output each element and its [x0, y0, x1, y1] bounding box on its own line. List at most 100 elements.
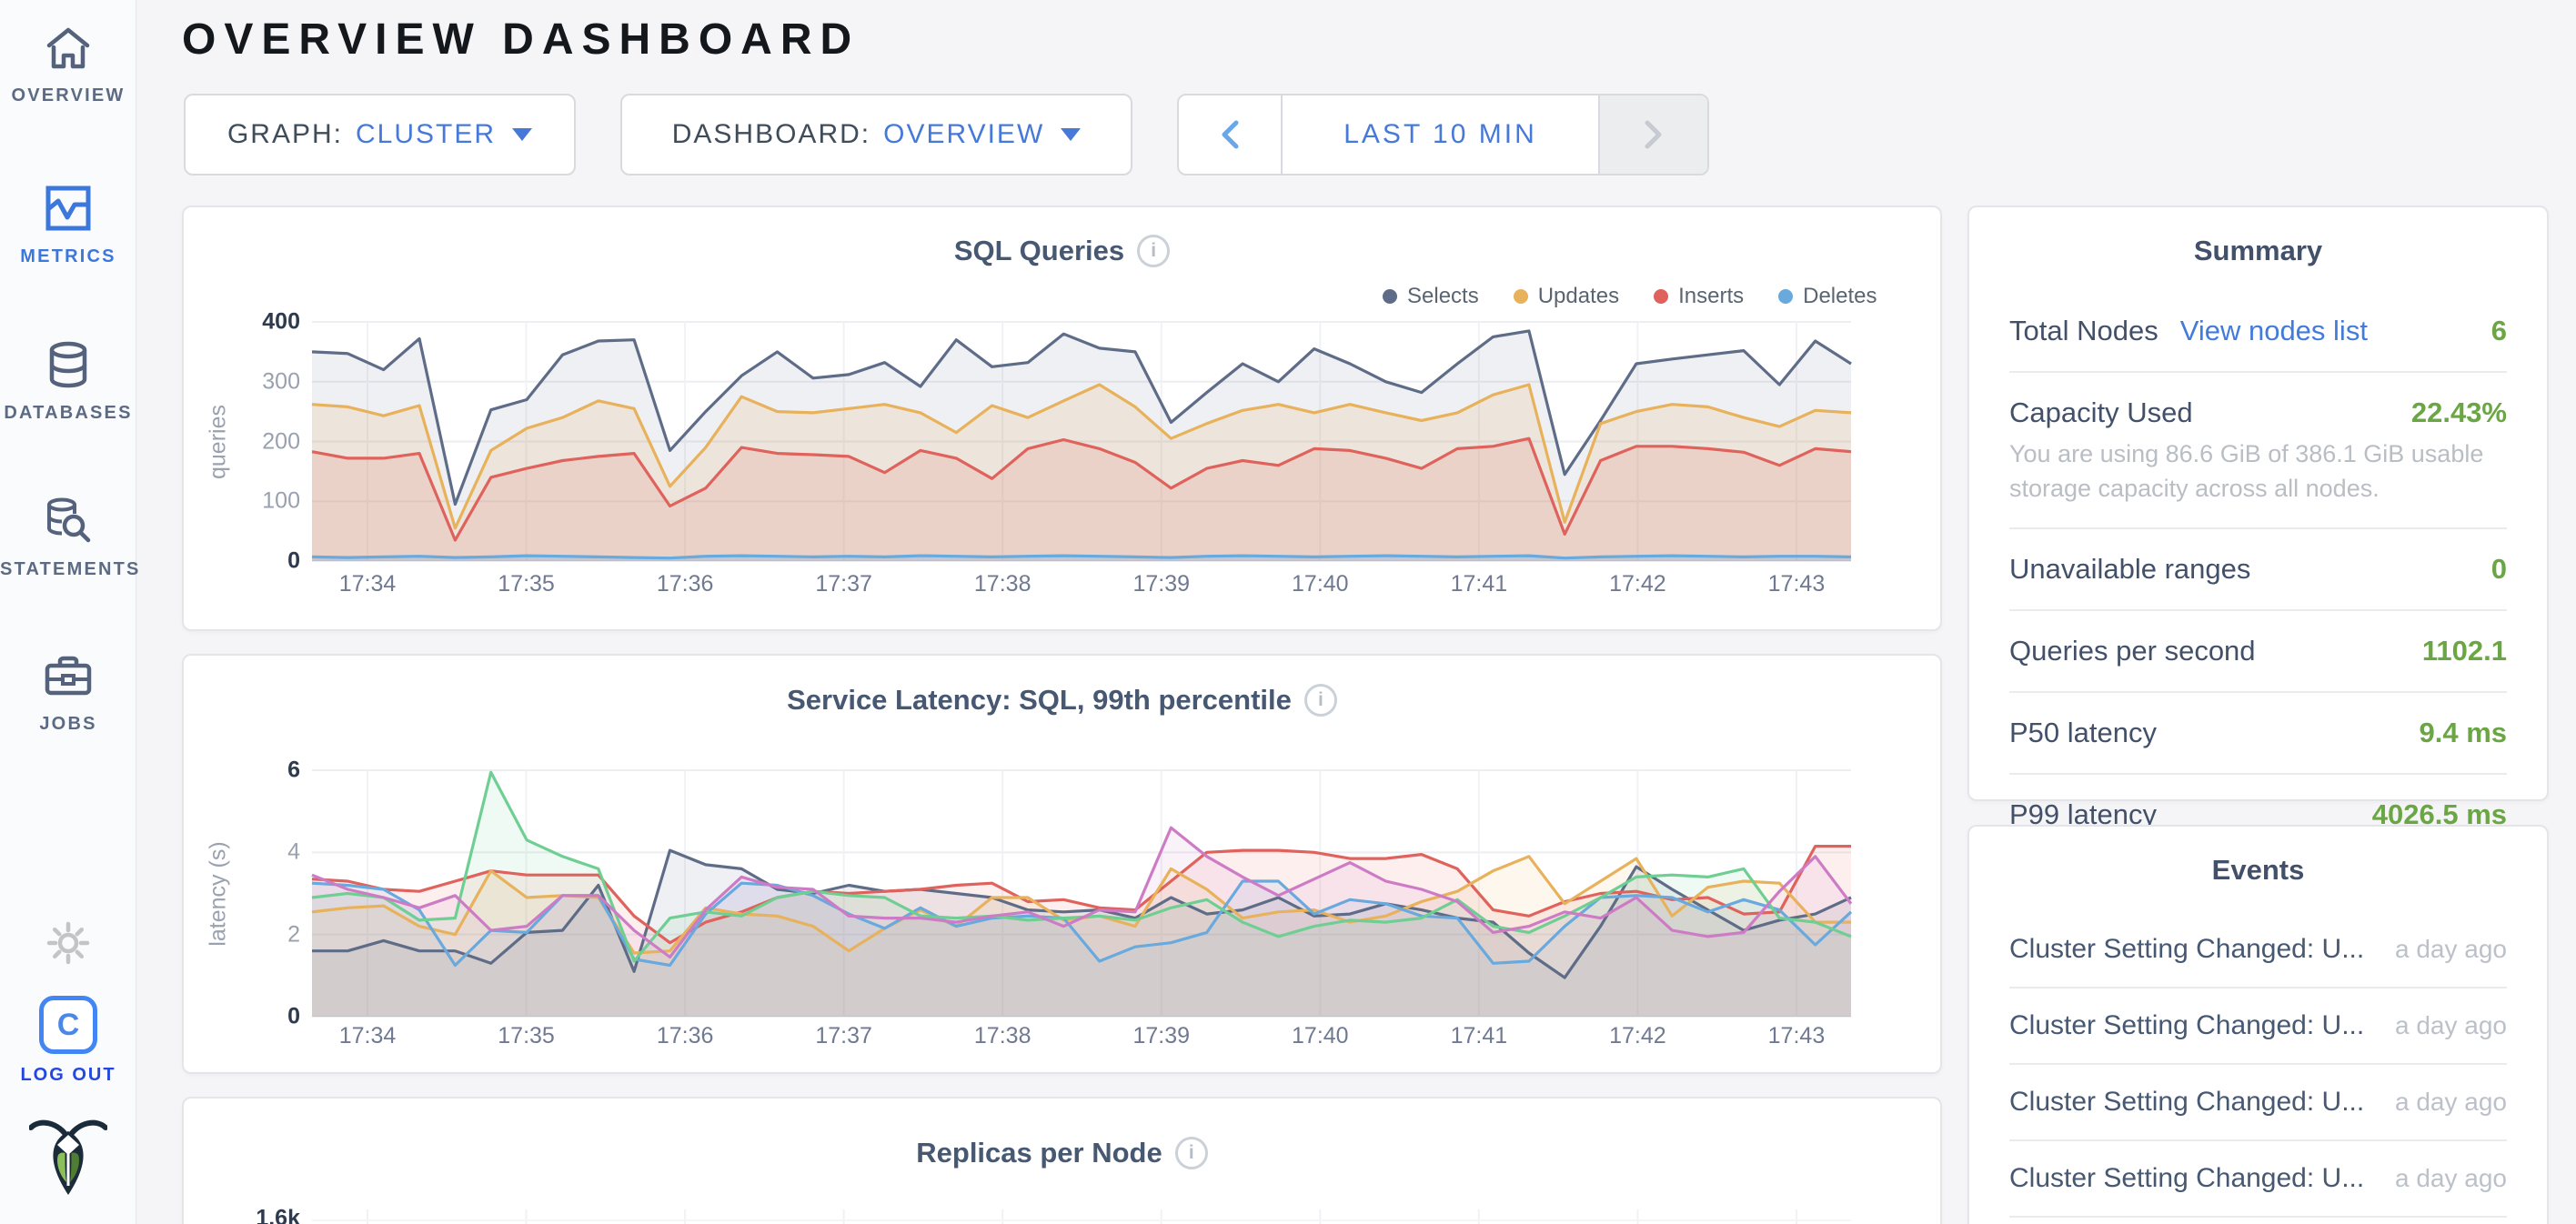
- chart-title: SQL Queries: [954, 235, 1124, 267]
- latency-title-row: Service Latency: SQL, 99th percentile i: [182, 684, 1942, 717]
- chevron-left-icon: [1220, 119, 1240, 150]
- graph-dropdown[interactable]: GRAPH: CLUSTER: [184, 94, 576, 176]
- legend-dot: [1778, 289, 1793, 304]
- dashboard-dropdown[interactable]: DASHBOARD: OVERVIEW: [620, 94, 1132, 176]
- x-tick-label: 17:36: [621, 571, 749, 597]
- replicas-y-tick-label: 1.6k: [200, 1206, 300, 1224]
- sql-queries-title-row: SQL Queries i: [182, 235, 1942, 267]
- total-nodes-label: Total Nodes: [2009, 315, 2158, 347]
- y-tick-label: 100: [200, 488, 300, 515]
- x-tick-label: 17:36: [621, 1023, 749, 1049]
- summary-row-unavailable: Unavailable ranges 0: [2009, 527, 2507, 609]
- event-row[interactable]: Cluster Setting Changed: U... a day ago: [2009, 1216, 2507, 1224]
- legend-dot: [1383, 289, 1397, 304]
- legend-item-deletes[interactable]: Deletes: [1778, 284, 1877, 309]
- page-title: OVERVIEW DASHBOARD: [182, 15, 860, 65]
- capacity-used-subtext: You are using 86.6 GiB of 386.1 GiB usab…: [2009, 436, 2507, 527]
- legend-item-inserts[interactable]: Inserts: [1654, 284, 1744, 309]
- event-title: Cluster Setting Changed: U...: [2009, 1087, 2364, 1118]
- dashboard-dropdown-value: OVERVIEW: [883, 119, 1044, 150]
- sidebar-item-jobs[interactable]: JOBS: [0, 654, 136, 735]
- statements-icon: [44, 497, 93, 545]
- overview-dashboard-page: OVERVIEW METRICS DATABASES: [0, 0, 2576, 1224]
- cockroach-bug-icon: [29, 1117, 107, 1197]
- qps-label: Queries per second: [2009, 635, 2256, 667]
- event-row[interactable]: Cluster Setting Changed: U... a day ago: [2009, 1063, 2507, 1139]
- total-nodes-value: 6: [2491, 315, 2507, 347]
- settings-button[interactable]: [0, 920, 136, 970]
- unavailable-ranges-label: Unavailable ranges: [2009, 553, 2250, 586]
- sql-queries-legend: Selects Updates Inserts Deletes: [1383, 284, 1877, 309]
- x-tick-label: 17:37: [780, 1023, 908, 1049]
- sidebar-item-metrics[interactable]: METRICS: [0, 185, 136, 267]
- unavailable-ranges-value: 0: [2491, 553, 2507, 586]
- logout-label: LOG OUT: [0, 1065, 136, 1086]
- x-tick-label: 17:41: [1415, 1023, 1543, 1049]
- time-range-next-button[interactable]: [1598, 95, 1707, 174]
- p50-latency-label: P50 latency: [2009, 717, 2157, 749]
- time-range-value[interactable]: LAST 10 MIN: [1283, 95, 1598, 174]
- event-title: Cluster Setting Changed: U...: [2009, 1163, 2364, 1194]
- sql-queries-plot[interactable]: [312, 322, 1851, 561]
- x-tick-label: 17:35: [463, 1023, 590, 1049]
- summary-title: Summary: [1969, 207, 2547, 267]
- x-tick-label: 17:34: [304, 571, 431, 597]
- qps-value: 1102.1: [2422, 635, 2507, 667]
- x-tick-label: 17:41: [1415, 571, 1543, 597]
- home-icon: [45, 25, 92, 71]
- legend-dot: [1654, 289, 1668, 304]
- sidebar-item-databases[interactable]: DATABASES: [0, 341, 136, 424]
- latency-plot[interactable]: [312, 770, 1851, 1017]
- x-tick-label: 17:38: [939, 571, 1066, 597]
- info-icon[interactable]: i: [1175, 1137, 1208, 1169]
- sidebar-item-label: STATEMENTS: [0, 559, 136, 580]
- view-nodes-list-link[interactable]: View nodes list: [2180, 315, 2368, 347]
- legend-label: Deletes: [1803, 284, 1877, 309]
- y-tick-label: 6: [200, 757, 300, 784]
- chevron-down-icon: [512, 128, 532, 141]
- metrics-chart-icon: [45, 185, 92, 232]
- event-row[interactable]: Cluster Setting Changed: U... a day ago: [2009, 1139, 2507, 1216]
- legend-label: Selects: [1407, 284, 1479, 309]
- summary-row-p50: P50 latency 9.4 ms: [2009, 691, 2507, 773]
- replicas-title-row: Replicas per Node i: [182, 1137, 1942, 1169]
- x-tick-label: 17:42: [1574, 571, 1701, 597]
- chevron-right-icon: [1644, 119, 1664, 150]
- event-row[interactable]: Cluster Setting Changed: U... a day ago: [2009, 912, 2507, 987]
- event-time: a day ago: [2395, 1164, 2507, 1193]
- x-tick-label: 17:39: [1098, 1023, 1225, 1049]
- sidebar-item-label: OVERVIEW: [0, 85, 136, 106]
- time-range-prev-button[interactable]: [1179, 95, 1283, 174]
- cockroach-c-icon: C: [39, 996, 97, 1054]
- graph-dropdown-value: CLUSTER: [356, 119, 496, 150]
- sidebar: OVERVIEW METRICS DATABASES: [0, 0, 136, 1224]
- y-tick-label: 400: [200, 309, 300, 336]
- events-title: Events: [1969, 827, 2547, 887]
- event-title: Cluster Setting Changed: U...: [2009, 934, 2364, 965]
- x-tick-label: 17:43: [1733, 571, 1860, 597]
- logout-button[interactable]: C LOG OUT: [0, 996, 136, 1086]
- sidebar-item-statements[interactable]: STATEMENTS: [0, 497, 136, 580]
- capacity-used-label: Capacity Used: [2009, 396, 2193, 429]
- x-tick-label: 17:42: [1574, 1023, 1701, 1049]
- chevron-down-icon: [1061, 128, 1081, 141]
- x-tick-label: 17:35: [463, 571, 590, 597]
- sidebar-item-label: JOBS: [0, 714, 136, 735]
- y-tick-label: 2: [200, 921, 300, 948]
- info-icon[interactable]: i: [1137, 235, 1170, 267]
- replicas-plot[interactable]: [312, 1209, 1851, 1224]
- event-row[interactable]: Cluster Setting Changed: U... a day ago: [2009, 987, 2507, 1063]
- x-tick-label: 17:40: [1256, 1023, 1384, 1049]
- legend-label: Inserts: [1678, 284, 1744, 309]
- briefcase-icon: [44, 654, 93, 699]
- capacity-used-value: 22.43%: [2411, 396, 2507, 429]
- info-icon[interactable]: i: [1304, 684, 1337, 717]
- event-title: Cluster Setting Changed: U...: [2009, 1010, 2364, 1041]
- summary-row-capacity: Capacity Used 22.43%: [2009, 371, 2507, 436]
- sidebar-item-overview[interactable]: OVERVIEW: [0, 25, 136, 106]
- legend-item-selects[interactable]: Selects: [1383, 284, 1479, 309]
- event-time: a day ago: [2395, 1088, 2507, 1117]
- events-panel: Events Cluster Setting Changed: U... a d…: [1967, 825, 2549, 1224]
- legend-item-updates[interactable]: Updates: [1514, 284, 1619, 309]
- graph-dropdown-label: GRAPH:: [227, 119, 343, 150]
